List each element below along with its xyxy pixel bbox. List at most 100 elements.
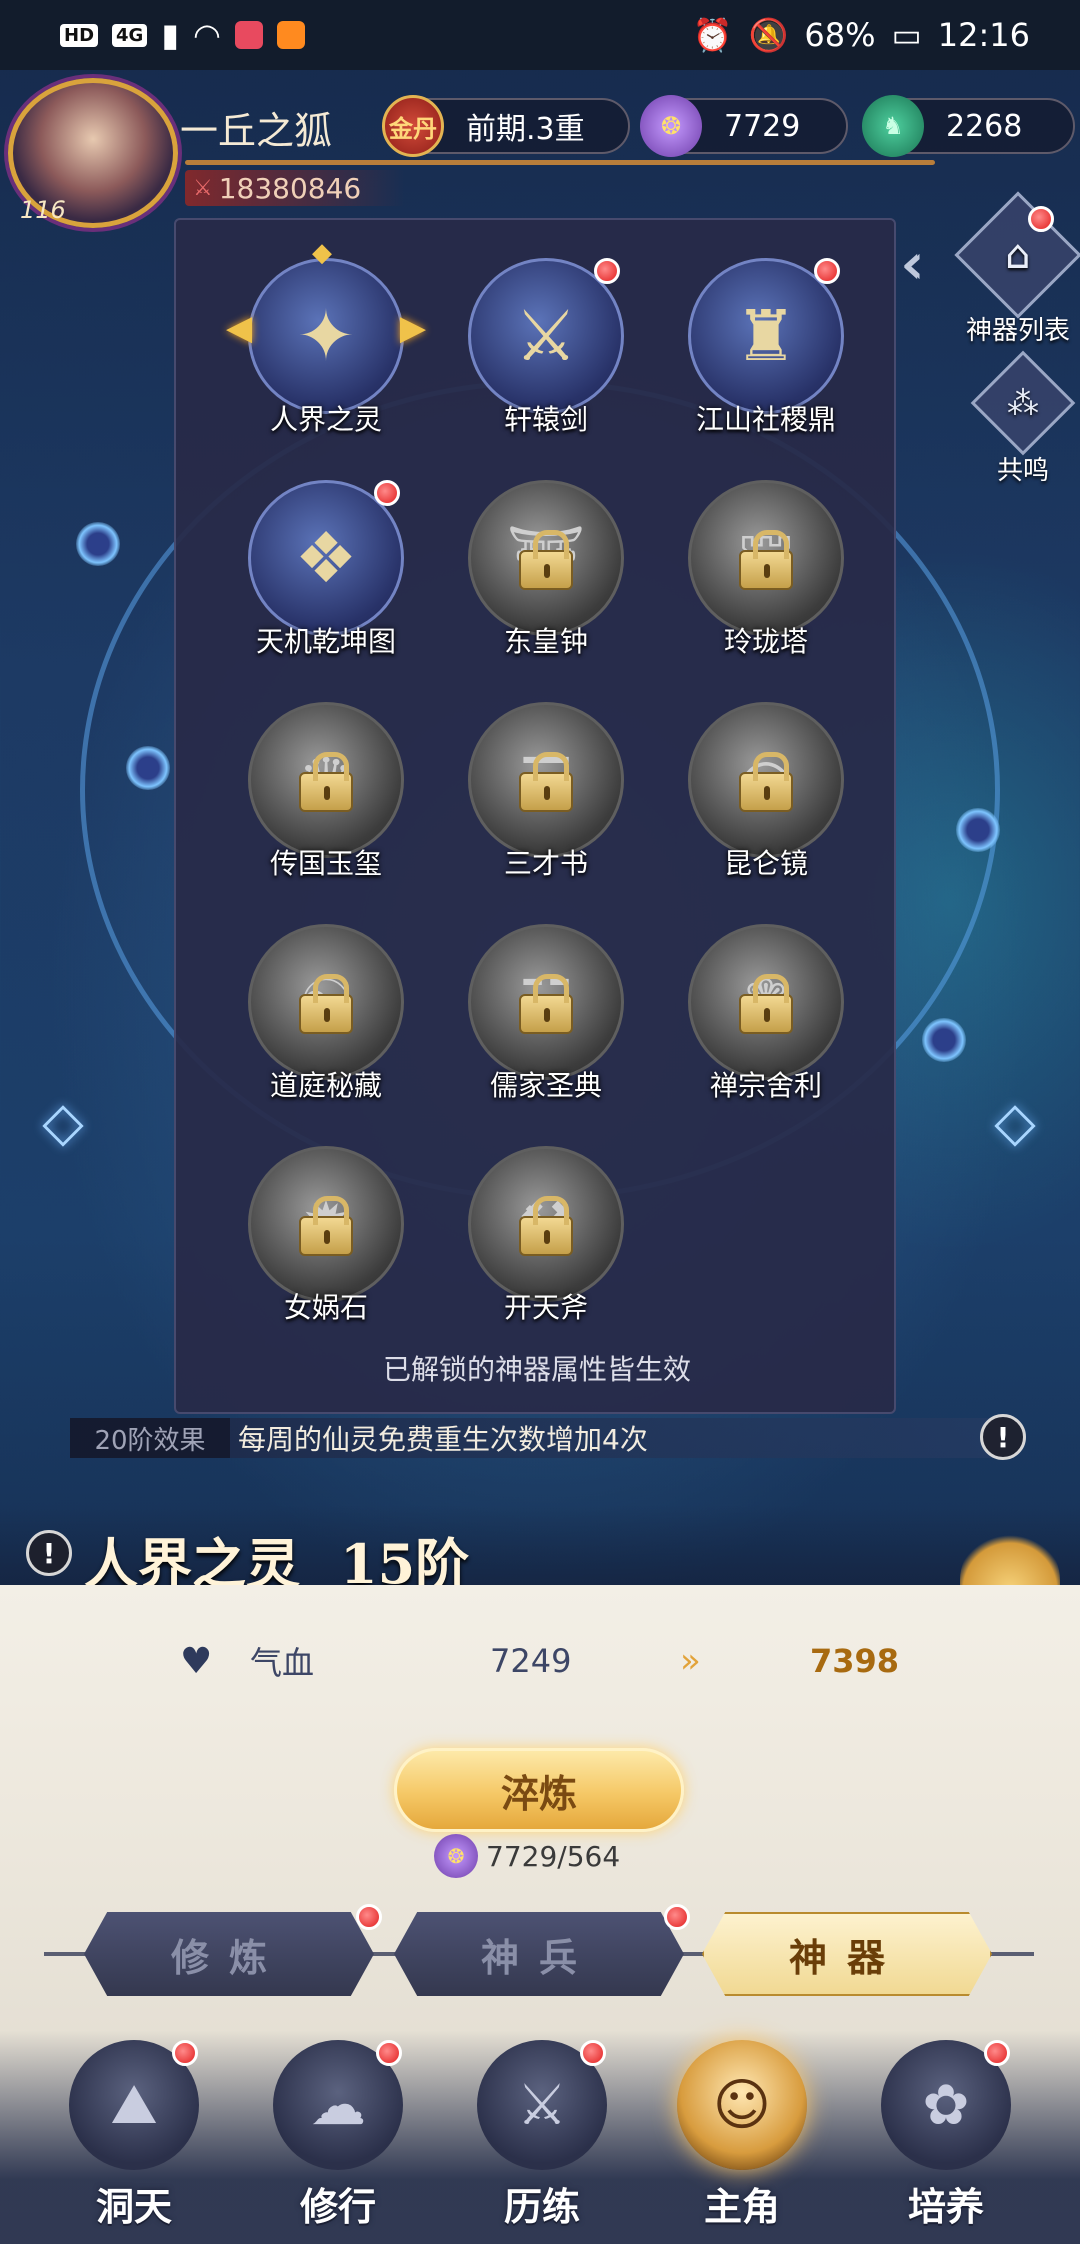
orbit-node bbox=[922, 1018, 966, 1062]
realm-display[interactable]: 金丹 前期.3重 bbox=[382, 95, 630, 157]
power-value: 18380846 bbox=[218, 171, 362, 205]
currency-spirit[interactable]: ❂ 7729 bbox=[640, 95, 848, 157]
spirit-currency-icon: ❂ bbox=[640, 95, 702, 157]
artifact-icon: ✦ bbox=[296, 295, 356, 377]
artifact-item[interactable]: ⚒开天斧 bbox=[436, 1146, 656, 1324]
tab-artifact[interactable]: 神器 bbox=[702, 1912, 992, 1996]
notification-dot bbox=[374, 480, 400, 506]
nav-icon: ☺ bbox=[677, 2040, 807, 2170]
realm-value: 前期.3重 bbox=[466, 112, 585, 147]
nav-label: 修行 bbox=[299, 2184, 376, 2229]
orbit-node bbox=[956, 808, 1000, 852]
network-indicator: 4G bbox=[112, 23, 148, 47]
player-name: 一丘之狐 bbox=[180, 109, 333, 153]
resonance-button[interactable]: ⁂ 共鸣 bbox=[970, 350, 1076, 487]
next-arrow-icon[interactable]: ◇ bbox=[980, 1086, 1050, 1156]
nav-item[interactable]: ⚔ 历练 bbox=[442, 2040, 642, 2240]
prev-arrow-icon[interactable]: ◇ bbox=[28, 1086, 98, 1156]
artifact-disc: ☷ bbox=[468, 924, 624, 1080]
status-bar: HD 4G ▮ ◠ ⏰ 🔕 68% ▭ 12:16 bbox=[0, 0, 1080, 70]
lock-icon bbox=[739, 974, 793, 1034]
artifact-item[interactable]: ⛫玲珑塔 bbox=[656, 480, 876, 658]
notification-dot bbox=[664, 1904, 690, 1930]
artifact-disc: ☰ bbox=[468, 702, 624, 858]
hd-indicator: HD bbox=[60, 23, 99, 47]
effect-info-icon[interactable]: ! bbox=[980, 1414, 1026, 1460]
notification-dot bbox=[984, 2040, 1010, 2066]
mute-icon: 🔕 bbox=[748, 16, 789, 54]
detail-info-icon[interactable]: ! bbox=[26, 1530, 72, 1576]
artifact-disc: ♛ bbox=[248, 702, 404, 858]
collapse-chevron-icon[interactable]: ‹‹ bbox=[900, 232, 924, 297]
artifact-icon: ⚔ bbox=[514, 295, 578, 377]
nav-label: 洞天 bbox=[95, 2184, 172, 2229]
artifact-item[interactable]: ❁禅宗舍利 bbox=[656, 924, 876, 1102]
notification-dot bbox=[1028, 206, 1054, 232]
artifact-label: 传国玉玺 bbox=[269, 847, 382, 880]
top-bar: 116 一丘之狐 ⚔ 18380846 金丹 前期.3重 ❂ 7729 ♞ 22… bbox=[0, 70, 1080, 228]
artifact-label: 玲珑塔 bbox=[723, 625, 808, 658]
stat-next: 7398 bbox=[810, 1642, 900, 1680]
artifact-label: 三才书 bbox=[503, 847, 588, 880]
selection-right-icon: ▶ bbox=[399, 308, 426, 348]
lock-icon bbox=[299, 752, 353, 812]
battery-icon: ▭ bbox=[891, 16, 922, 54]
artifact-disc: ⚒ bbox=[468, 1146, 624, 1302]
artifact-item[interactable]: ☰三才书 bbox=[436, 702, 656, 880]
nav-item[interactable]: ☁ 修行 bbox=[238, 2040, 438, 2240]
selection-left-icon: ◀ bbox=[226, 308, 253, 348]
notification-dot bbox=[356, 1904, 382, 1930]
artifact-label: 昆仑镜 bbox=[723, 847, 808, 880]
nav-item[interactable]: ✿ 培养 bbox=[846, 2040, 1046, 2240]
notification-video-icon bbox=[276, 21, 305, 49]
artifact-item[interactable]: ✹女娲石 bbox=[216, 1146, 436, 1324]
artifact-item[interactable]: ⛩东皇钟 bbox=[436, 480, 656, 658]
signal-icon: ▮ bbox=[161, 16, 179, 54]
tab-cultivation[interactable]: 修炼 bbox=[84, 1912, 374, 1996]
lock-icon bbox=[519, 752, 573, 812]
stat-name: 气血 bbox=[250, 1644, 315, 1682]
artifact-label: 女娲石 bbox=[283, 1291, 368, 1324]
nav-item[interactable]: ☺ 主角 bbox=[642, 2040, 842, 2240]
lock-icon bbox=[739, 530, 793, 590]
realm-badge-icon: 金丹 bbox=[382, 95, 444, 157]
orbit-node bbox=[76, 522, 120, 566]
heart-icon: ♥ bbox=[180, 1640, 213, 1682]
panel-note: 已解锁的神器属性皆生效 bbox=[382, 1353, 691, 1386]
artifact-item[interactable]: ❖ 天机乾坤图 bbox=[216, 480, 436, 658]
artifact-label: 东皇钟 bbox=[503, 625, 588, 658]
refine-button[interactable]: 淬炼 bbox=[394, 1748, 684, 1832]
nav-item[interactable]: ⛰ 洞天 bbox=[34, 2040, 234, 2240]
notification-dot bbox=[594, 258, 620, 284]
lock-icon bbox=[299, 1196, 353, 1256]
notification-dot bbox=[580, 2040, 606, 2066]
artifact-item[interactable]: ☯道庭秘藏 bbox=[216, 924, 436, 1102]
artifact-item[interactable]: ♜ 江山社稷鼎 bbox=[656, 258, 876, 436]
spirit-currency-icon: ❂ bbox=[434, 1834, 478, 1878]
artifact-item[interactable]: ⚔ 轩辕剑 bbox=[436, 258, 656, 436]
lock-icon bbox=[519, 1196, 573, 1256]
artifact-list-button[interactable]: ⌂ 神器列表 bbox=[954, 191, 1080, 347]
artifact-item[interactable]: ✦ ◀ ▶ ◆ 人界之灵 bbox=[216, 238, 436, 436]
artifact-disc: ⛩ bbox=[468, 480, 624, 636]
nav-label: 历练 bbox=[503, 2184, 580, 2229]
stage-effect-bar: 20阶效果 每周的仙灵免费重生次数增加4次 bbox=[70, 1418, 1010, 1458]
notification-dot bbox=[172, 2040, 198, 2066]
currency-jade[interactable]: ♞ 2268 bbox=[862, 95, 1075, 157]
player-level: 116 bbox=[20, 196, 66, 224]
artifact-disc: ✹ bbox=[248, 1146, 404, 1302]
lock-icon bbox=[519, 974, 573, 1034]
artifact-icon: ♜ bbox=[734, 295, 798, 377]
selection-top-icon: ◆ bbox=[312, 238, 332, 268]
alarm-icon: ⏰ bbox=[692, 16, 733, 54]
lock-icon bbox=[739, 752, 793, 812]
lock-icon bbox=[519, 530, 573, 590]
lock-icon bbox=[299, 974, 353, 1034]
artifact-disc: ⛫ bbox=[688, 480, 844, 636]
tab-divine-weapon[interactable]: 神兵 bbox=[394, 1912, 684, 1996]
artifact-disc: ☯ bbox=[248, 924, 404, 1080]
nav-label: 培养 bbox=[907, 2184, 984, 2229]
artifact-item[interactable]: ♛传国玉玺 bbox=[216, 702, 436, 880]
artifact-item[interactable]: ◎昆仑镜 bbox=[656, 702, 876, 880]
artifact-item[interactable]: ☷儒家圣典 bbox=[436, 924, 656, 1102]
